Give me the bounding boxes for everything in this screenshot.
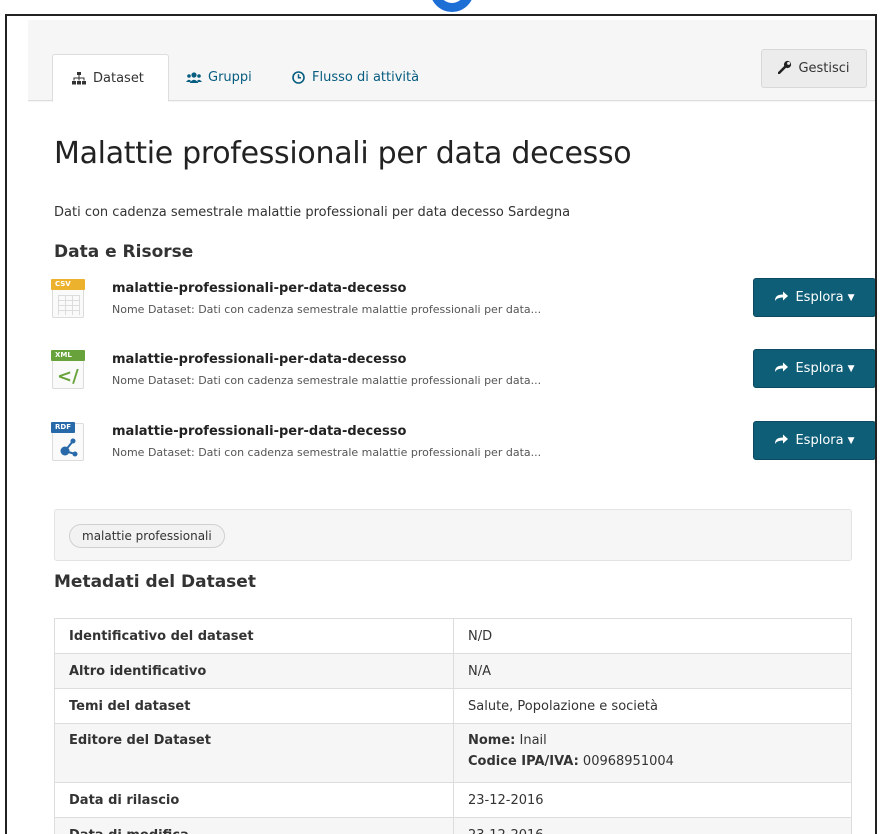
sitemap-icon [71,71,87,85]
tab-flusso-di-attivita[interactable]: Flusso di attività [282,54,452,101]
share-arrow-icon [774,290,789,306]
esplora-button[interactable]: Esplora ▼ [753,421,875,460]
tag-pill[interactable]: malattie professionali [69,524,225,548]
metadata-key: Editore del Dataset [54,723,454,783]
table-row: Identificativo del dataset N/D [54,618,852,654]
tab-label: Flusso di attività [312,70,420,85]
table-row: Temi del dataset Salute, Popolazione e s… [54,688,852,724]
table-row: Altro identificativo N/A [54,653,852,689]
page-title: Malattie professionali per data decesso [54,136,632,171]
xml-file-icon: XML </ [51,350,85,389]
tab-dataset[interactable]: Dataset [52,54,169,102]
gestisci-button[interactable]: Gestisci [761,49,867,88]
resources-heading: Data e Risorse [54,242,194,262]
metadata-key: Temi del dataset [54,688,454,724]
users-icon [186,71,202,84]
metadata-key: Altro identificativo [54,653,454,689]
metadata-value: N/A [453,653,852,689]
publisher-name-line: Nome: Inail [468,733,837,748]
caret-down-icon: ▼ [847,363,855,374]
resource-title[interactable]: malattie-professionali-per-data-decesso [112,424,406,439]
table-row: Editore del Dataset Nome: Inail Codice I… [54,723,852,783]
resource-title[interactable]: malattie-professionali-per-data-decesso [112,281,406,296]
format-badge: XML [51,350,85,361]
esplora-label: Esplora [795,290,844,305]
dataset-panel: Dataset Gruppi Flusso di attività Gestis… [28,20,875,834]
publisher-name: Inail [519,733,547,748]
publisher-code-line: Codice IPA/IVA: 00968951004 [468,754,837,769]
format-badge: RDF [51,422,75,433]
resource-item: CSV malattie-professionali-per-data-dece… [51,278,875,326]
format-badge: CSV [51,279,85,290]
esplora-button[interactable]: Esplora ▼ [753,278,875,317]
resource-title[interactable]: malattie-professionali-per-data-decesso [112,352,406,367]
share-arrow-icon [774,361,789,377]
dataset-description: Dati con cadenza semestrale malattie pro… [54,205,571,220]
metadata-heading: Metadati del Dataset [54,572,256,592]
resource-description: Nome Dataset: Dati con cadenza semestral… [112,374,542,387]
tabs-bar: Dataset Gruppi Flusso di attività [28,54,875,102]
esplora-label: Esplora [795,361,844,376]
publisher-code: 00968951004 [582,754,674,769]
table-row: Data di rilascio 23-12-2016 [54,782,852,818]
table-row: Data di modifica 23-12-2016 [54,817,852,834]
resource-description: Nome Dataset: Dati con cadenza semestral… [112,303,542,316]
metadata-key: Data di rilascio [54,782,454,818]
metadata-key: Data di modifica [54,817,454,834]
metadata-value: N/D [453,618,852,654]
gestisci-label: Gestisci [798,61,850,76]
wrench-icon [778,60,792,78]
publisher-code-label: Codice IPA/IVA: [468,754,579,769]
metadata-table: Identificativo del dataset N/D Altro ide… [54,618,852,834]
esplora-label: Esplora [795,433,844,448]
dataset-content: Malattie professionali per data decesso … [28,102,875,834]
metadata-value: 23-12-2016 [453,817,852,834]
metadata-value: 23-12-2016 [453,782,852,818]
tab-gruppi[interactable]: Gruppi [178,54,276,101]
tags-box: malattie professionali [54,509,852,561]
share-arrow-icon [774,433,789,449]
esplora-button[interactable]: Esplora ▼ [753,349,875,388]
publisher-name-label: Nome: [468,733,516,748]
metadata-value: Salute, Popolazione e società [453,688,852,724]
resource-description: Nome Dataset: Dati con cadenza semestral… [112,446,542,459]
resource-item: RDF malattie-professionali-per-data-dece… [51,421,875,469]
clock-icon [290,71,306,84]
caret-down-icon: ▼ [847,435,855,446]
metadata-value: Nome: Inail Codice IPA/IVA: 00968951004 [453,723,852,783]
csv-file-icon: CSV [51,279,85,318]
rdf-file-icon: RDF [51,422,84,461]
resource-item: XML </ malattie-professionali-per-data-d… [51,349,875,397]
tab-label: Gruppi [208,70,252,85]
metadata-key: Identificativo del dataset [54,618,454,654]
caret-down-icon: ▼ [847,292,855,303]
logo [430,0,474,12]
dataset-frame: Dataset Gruppi Flusso di attività Gestis… [5,14,877,834]
tab-label: Dataset [93,70,144,86]
